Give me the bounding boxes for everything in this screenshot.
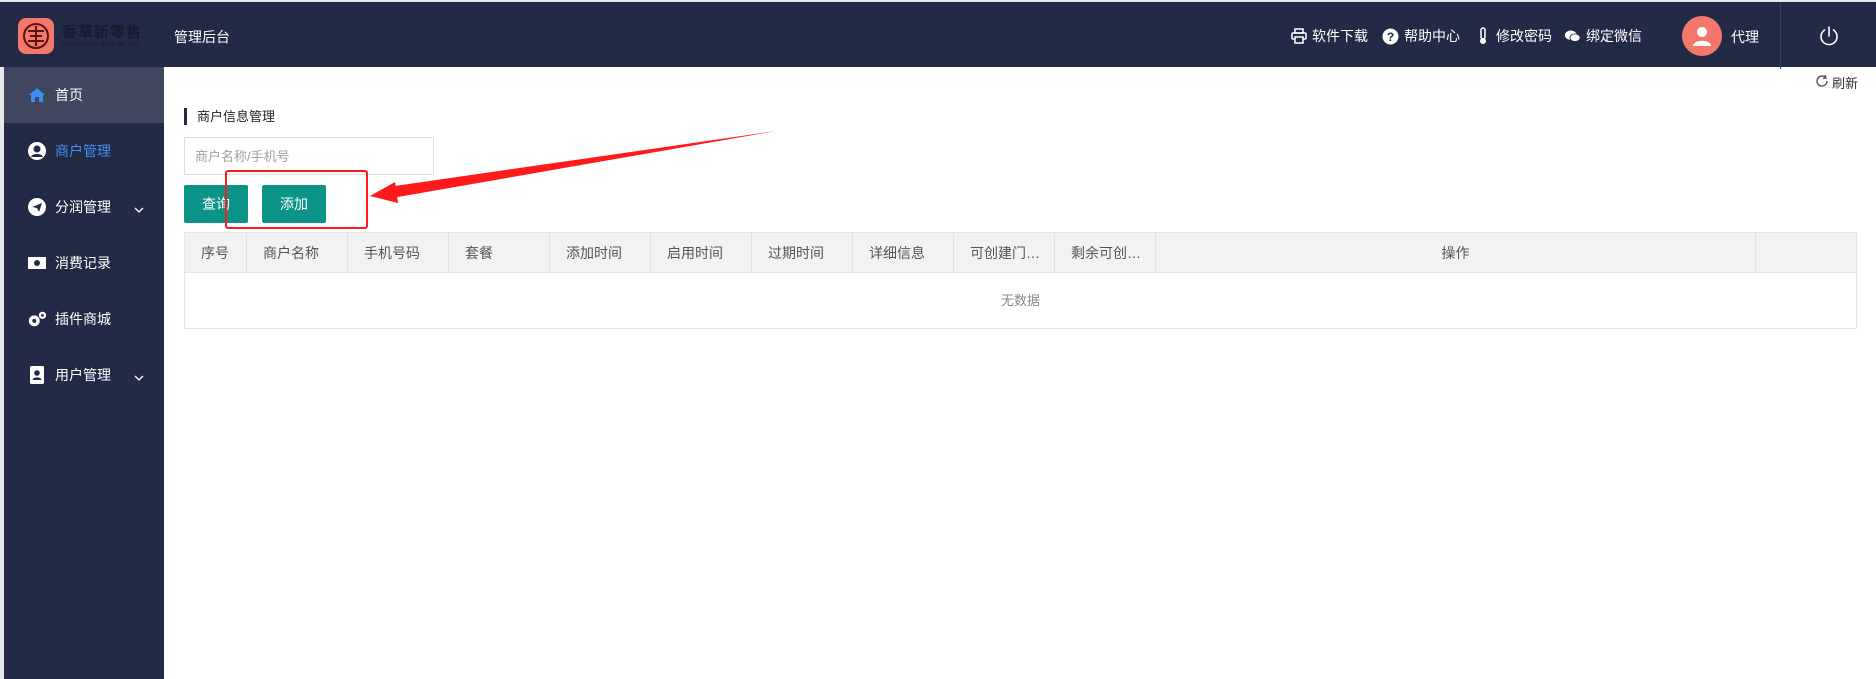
refresh-icon	[1815, 74, 1829, 91]
sidebar-item-label: 插件商城	[55, 311, 111, 327]
user-avatar-icon[interactable]	[1682, 16, 1722, 56]
sidebar-item-user-management[interactable]: 用户管理	[4, 347, 164, 403]
power-icon[interactable]	[1780, 2, 1876, 69]
sidebar-item-profit[interactable]: 分润管理	[4, 179, 164, 235]
logo-subtext: XIANGCAO NEW RETAIL	[62, 42, 142, 48]
refresh-label: 刷新	[1832, 76, 1859, 91]
printer-icon	[1290, 28, 1307, 45]
column-header[interactable]: 可创建门…	[954, 233, 1055, 273]
annotation-highlight-box	[225, 170, 368, 229]
address-book-icon	[27, 365, 47, 385]
column-header[interactable]: 添加时间	[550, 233, 651, 273]
bind-wechat-link[interactable]: 绑定微信	[1564, 26, 1642, 46]
help-center-label: 帮助中心	[1404, 28, 1460, 44]
change-password-link[interactable]: 修改密码	[1474, 26, 1552, 46]
page-title: 商户信息管理	[184, 108, 275, 125]
bind-wechat-label: 绑定微信	[1586, 28, 1642, 44]
sidebar-item-plugin-store[interactable]: 插件商城	[4, 291, 164, 347]
column-header[interactable]: 启用时间	[651, 233, 752, 273]
column-header[interactable]: 商户名称	[247, 233, 348, 273]
help-center-link[interactable]: ? 帮助中心	[1382, 26, 1460, 46]
refresh-button[interactable]: 刷新	[1815, 73, 1858, 92]
gears-icon	[27, 309, 47, 329]
software-download-link[interactable]: 软件下载	[1290, 26, 1368, 46]
column-header[interactable]: 剩余可创…	[1055, 233, 1156, 273]
software-download-label: 软件下载	[1312, 28, 1368, 44]
logo-text: 香草新零售	[62, 24, 143, 41]
svg-text:?: ?	[1387, 30, 1394, 44]
empty-state: 无数据	[1000, 293, 1040, 308]
system-title: 管理后台	[174, 29, 230, 45]
sidebar: 首页 商户管理 分润管理 消费记录 插件商城 用户管理	[4, 67, 164, 679]
sidebar-item-home[interactable]: 首页	[4, 67, 164, 123]
annotation-arrow	[370, 131, 776, 203]
logo-icon	[18, 18, 54, 54]
sidebar-item-label: 消费记录	[55, 255, 111, 271]
chevron-down-icon	[134, 201, 144, 217]
column-header[interactable]: 操作	[1156, 233, 1756, 273]
thermometer-icon	[1474, 27, 1491, 45]
change-password-label: 修改密码	[1496, 28, 1552, 44]
wechat-icon	[1564, 28, 1581, 45]
sidebar-item-label: 商户管理	[55, 143, 111, 159]
telegram-icon	[27, 197, 47, 217]
top-header: 香草新零售 XIANGCAO NEW RETAIL 管理后台 软件下载 ? 帮助…	[0, 0, 1876, 69]
sidebar-item-consumption[interactable]: 消费记录	[4, 235, 164, 291]
sidebar-item-merchant[interactable]: 商户管理	[4, 123, 164, 179]
column-header[interactable]: 详细信息	[853, 233, 954, 273]
sidebar-item-label: 用户管理	[55, 367, 111, 383]
column-header[interactable]: 过期时间	[752, 233, 853, 273]
column-header[interactable]: 套餐	[449, 233, 550, 273]
user-circle-icon	[27, 141, 47, 161]
merchant-table: 序号 商户名称 手机号码 套餐 添加时间 启用时间 过期时间 详细信息 可创建门…	[184, 232, 1857, 329]
money-bill-icon	[27, 253, 47, 273]
username[interactable]: 代理	[1731, 27, 1759, 47]
table-header: 序号 商户名称 手机号码 套餐 添加时间 启用时间 过期时间 详细信息 可创建门…	[185, 233, 1856, 273]
sidebar-item-label: 分润管理	[55, 199, 111, 215]
column-header[interactable]: 手机号码	[348, 233, 449, 273]
question-circle-icon: ?	[1382, 28, 1399, 45]
chevron-down-icon	[134, 369, 144, 385]
column-header[interactable]: 序号	[185, 233, 247, 273]
sidebar-item-label: 首页	[55, 87, 83, 103]
home-icon	[27, 85, 47, 105]
